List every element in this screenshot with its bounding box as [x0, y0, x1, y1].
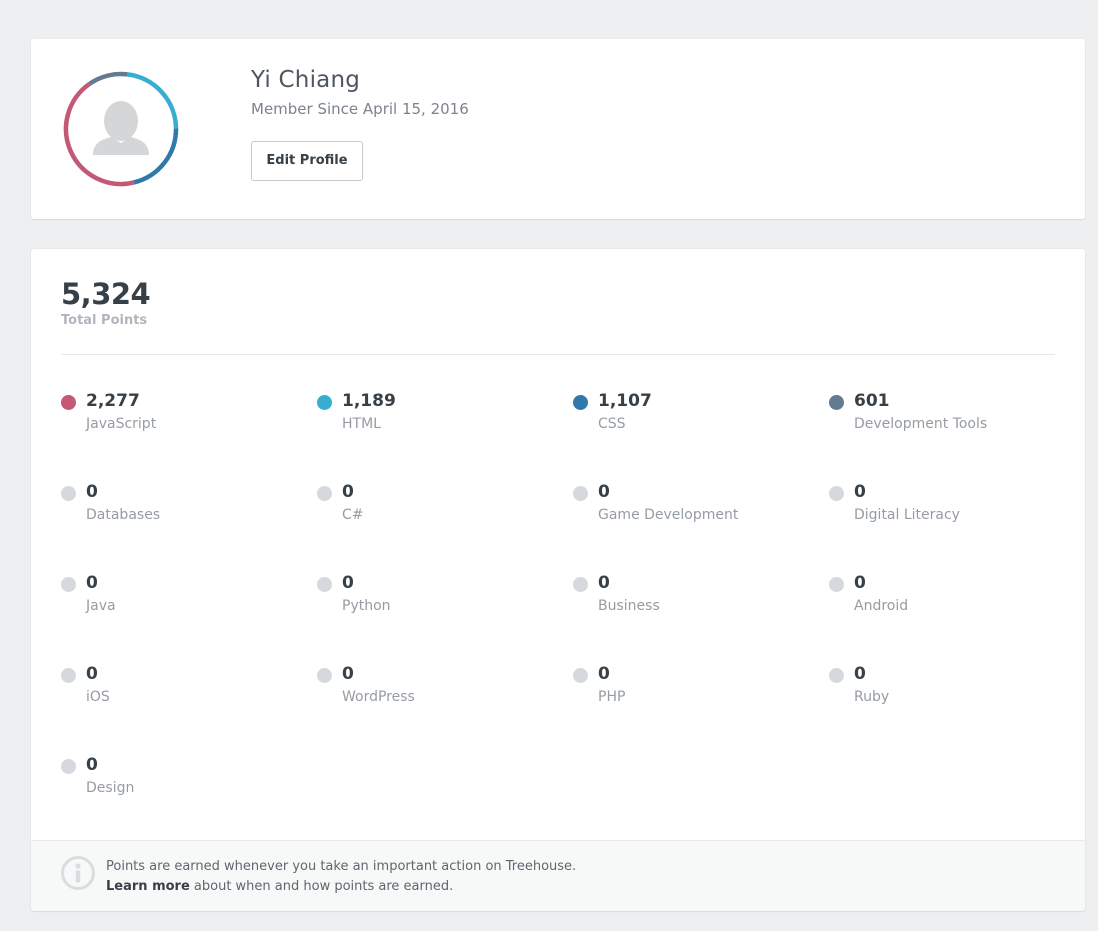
topic-points-value: 0: [86, 482, 98, 502]
topic-color-dot: [317, 577, 332, 592]
topic-name-label: Databases: [86, 507, 161, 523]
topic-name-label: CSS: [598, 416, 626, 432]
topic-points-value: 0: [342, 482, 354, 502]
profile-name: Yi Chiang: [251, 67, 361, 93]
avatar-ring-segment: [88, 71, 128, 86]
learn-more-link[interactable]: Learn more: [106, 879, 190, 894]
topic-color-dot: [61, 577, 76, 592]
topic-item: 0 iOS: [61, 664, 301, 724]
topic-points-value: 601: [854, 391, 890, 411]
topic-points-value: 2,277: [86, 391, 140, 411]
topic-name-label: Design: [86, 780, 135, 796]
topic-color-dot: [829, 668, 844, 683]
points-info-footer: Points are earned whenever you take an i…: [31, 840, 1085, 911]
total-points-label: Total Points: [61, 313, 148, 328]
topic-item: 2,277 JavaScript: [61, 391, 301, 451]
topic-name-label: HTML: [342, 416, 381, 432]
topic-color-dot: [317, 395, 332, 410]
topic-item: 0 C#: [317, 482, 557, 542]
user-silhouette-icon: [63, 71, 179, 187]
footer-text: Points are earned whenever you take an i…: [106, 857, 576, 897]
topic-points-value: 0: [598, 482, 610, 502]
topic-item: 0 Android: [829, 573, 1069, 633]
topic-points-value: 0: [342, 664, 354, 684]
topic-item: 0 Game Development: [573, 482, 813, 542]
footer-line-2-rest: about when and how points are earned.: [189, 879, 454, 894]
topic-color-dot: [61, 668, 76, 683]
topic-name-label: Game Development: [598, 507, 739, 523]
topic-item: 0 Python: [317, 573, 557, 633]
total-points-value: 5,324: [61, 277, 151, 311]
topic-name-label: PHP: [598, 689, 626, 705]
topic-color-dot: [829, 486, 844, 501]
topic-item: 601 Development Tools: [829, 391, 1069, 451]
topic-name-label: Development Tools: [854, 416, 988, 432]
topic-points-value: 0: [86, 573, 98, 593]
topic-name-label: WordPress: [342, 689, 415, 705]
topic-points-value: 0: [598, 664, 610, 684]
divider: [61, 354, 1055, 355]
topic-item: 0 Ruby: [829, 664, 1069, 724]
points-card: 5,324 Total Points 2,277 JavaScript 1,189 H…: [31, 249, 1085, 911]
topic-name-label: Digital Literacy: [854, 507, 960, 523]
topic-points-value: 0: [854, 664, 866, 684]
footer-line-2: Learn more about when and how points are…: [106, 877, 576, 897]
topic-color-dot: [61, 486, 76, 501]
topic-item: 1,189 HTML: [317, 391, 557, 451]
topic-name-label: Android: [854, 598, 909, 614]
topic-color-dot: [829, 577, 844, 592]
profile-card: Yi Chiang Member Since April 15, 2016 Ed…: [31, 39, 1085, 219]
topic-name-label: JavaScript: [86, 416, 157, 432]
topic-color-dot: [573, 577, 588, 592]
topic-points-value: 1,189: [342, 391, 396, 411]
topic-points-value: 0: [86, 755, 98, 775]
topic-item: 0 Design: [61, 755, 301, 815]
topic-color-dot: [573, 668, 588, 683]
topic-item: 0 WordPress: [317, 664, 557, 724]
topic-points-value: 0: [86, 664, 98, 684]
topic-name-label: Business: [598, 598, 660, 614]
topic-item: 0 PHP: [573, 664, 813, 724]
total-points-block: 5,324 Total Points: [61, 277, 151, 328]
info-icon: [60, 855, 96, 891]
topic-color-dot: [317, 486, 332, 501]
topic-points-value: 1,107: [598, 391, 652, 411]
topic-color-dot: [573, 486, 588, 501]
topic-color-dot: [61, 759, 76, 774]
topic-item: 0 Business: [573, 573, 813, 633]
topic-item: 1,107 CSS: [573, 391, 813, 451]
profile-info: Yi Chiang Member Since April 15, 2016 Ed…: [251, 67, 469, 181]
topic-item: 0 Java: [61, 573, 301, 633]
topic-points-value: 0: [854, 573, 866, 593]
member-since: Member Since April 15, 2016: [251, 100, 469, 118]
topic-name-label: iOS: [86, 689, 110, 705]
topic-item: 0 Digital Literacy: [829, 482, 1069, 542]
topic-points-value: 0: [342, 573, 354, 593]
topic-name-label: Python: [342, 598, 391, 614]
topic-color-dot: [317, 668, 332, 683]
avatar-silhouette: [93, 101, 149, 155]
topic-color-dot: [61, 395, 76, 410]
topic-name-label: Java: [86, 598, 116, 614]
topic-color-dot: [573, 395, 588, 410]
topic-points-value: 0: [598, 573, 610, 593]
avatar[interactable]: [63, 71, 179, 187]
edit-profile-button[interactable]: Edit Profile: [251, 141, 363, 181]
topic-name-label: C#: [342, 507, 364, 523]
footer-line-1: Points are earned whenever you take an i…: [106, 859, 577, 874]
topic-name-label: Ruby: [854, 689, 890, 705]
topic-item: 0 Databases: [61, 482, 301, 542]
avatar-ring-segment: [133, 128, 179, 185]
topic-points-value: 0: [854, 482, 866, 502]
topic-color-dot: [829, 395, 844, 410]
